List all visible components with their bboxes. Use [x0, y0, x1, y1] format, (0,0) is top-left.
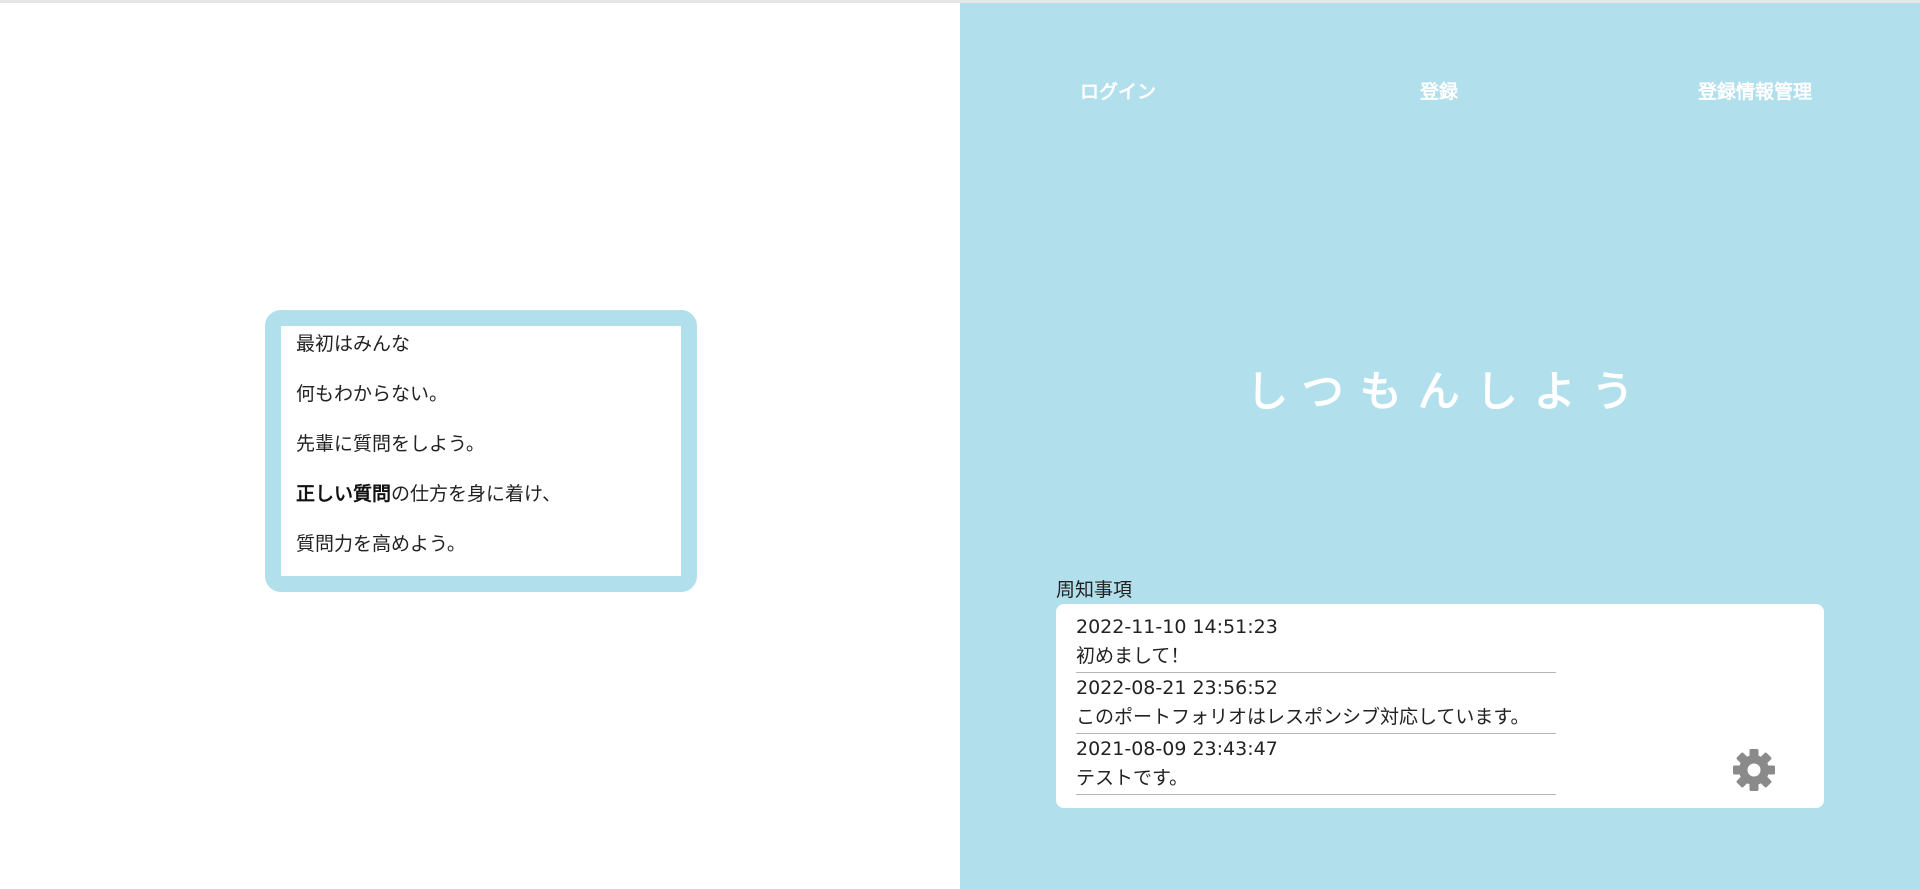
notice-item: 2021-08-09 23:43:47 テストです。	[1076, 734, 1556, 795]
intro-emphasis: 正しい質問	[296, 483, 392, 505]
hero-title: しつもんしよう	[1246, 367, 1650, 416]
nav-register-link[interactable]: 登録	[1420, 77, 1458, 104]
intro-line-3: 先輩に質問をしよう。	[296, 433, 485, 455]
gear-icon[interactable]	[1732, 748, 1776, 792]
notice-item: 2022-11-10 14:51:23 初めまして！	[1076, 612, 1556, 673]
intro-line-4-rest: の仕方を身に着け、	[391, 483, 562, 505]
nav-account-link[interactable]: 登録情報管理	[1698, 77, 1812, 104]
intro-line-2: 何もわからない。	[296, 383, 449, 405]
notice-item: 2022-08-21 23:56:52 このポートフォリオはレスポンシブ対応して…	[1076, 673, 1556, 734]
intro-line-5: 質問力を高めよう。	[296, 533, 466, 555]
notice-text: テストです。	[1076, 767, 1189, 789]
notice-list: 2022-11-10 14:51:23 初めまして！ 2022-08-21 23…	[1076, 612, 1556, 795]
notice-date: 2022-11-10 14:51:23	[1076, 616, 1278, 638]
intro-card: 最初はみんな 何もわからない。 先輩に質問をしよう。 正しい質問の仕方を身に着け…	[265, 310, 697, 592]
intro-pane: 最初はみんな 何もわからない。 先輩に質問をしよう。 正しい質問の仕方を身に着け…	[0, 3, 960, 889]
intro-line-4: 正しい質問の仕方を身に着け、	[296, 482, 561, 506]
intro-line-1: 最初はみんな	[296, 333, 411, 355]
notice-text: このポートフォリオはレスポンシブ対応しています。	[1076, 706, 1530, 728]
notice-date: 2021-08-09 23:43:47	[1076, 738, 1278, 760]
notices-label: 周知事項	[1056, 579, 1133, 601]
notice-text: 初めまして！	[1076, 645, 1190, 667]
main-pane: ログイン 登録 登録情報管理 しつもんしよう 周知事項 2022-11-10 1…	[960, 3, 1920, 889]
nav-login-link[interactable]: ログイン	[1080, 77, 1156, 104]
notices-panel: 2022-11-10 14:51:23 初めまして！ 2022-08-21 23…	[1056, 604, 1824, 808]
notice-date: 2022-08-21 23:56:52	[1076, 677, 1278, 699]
